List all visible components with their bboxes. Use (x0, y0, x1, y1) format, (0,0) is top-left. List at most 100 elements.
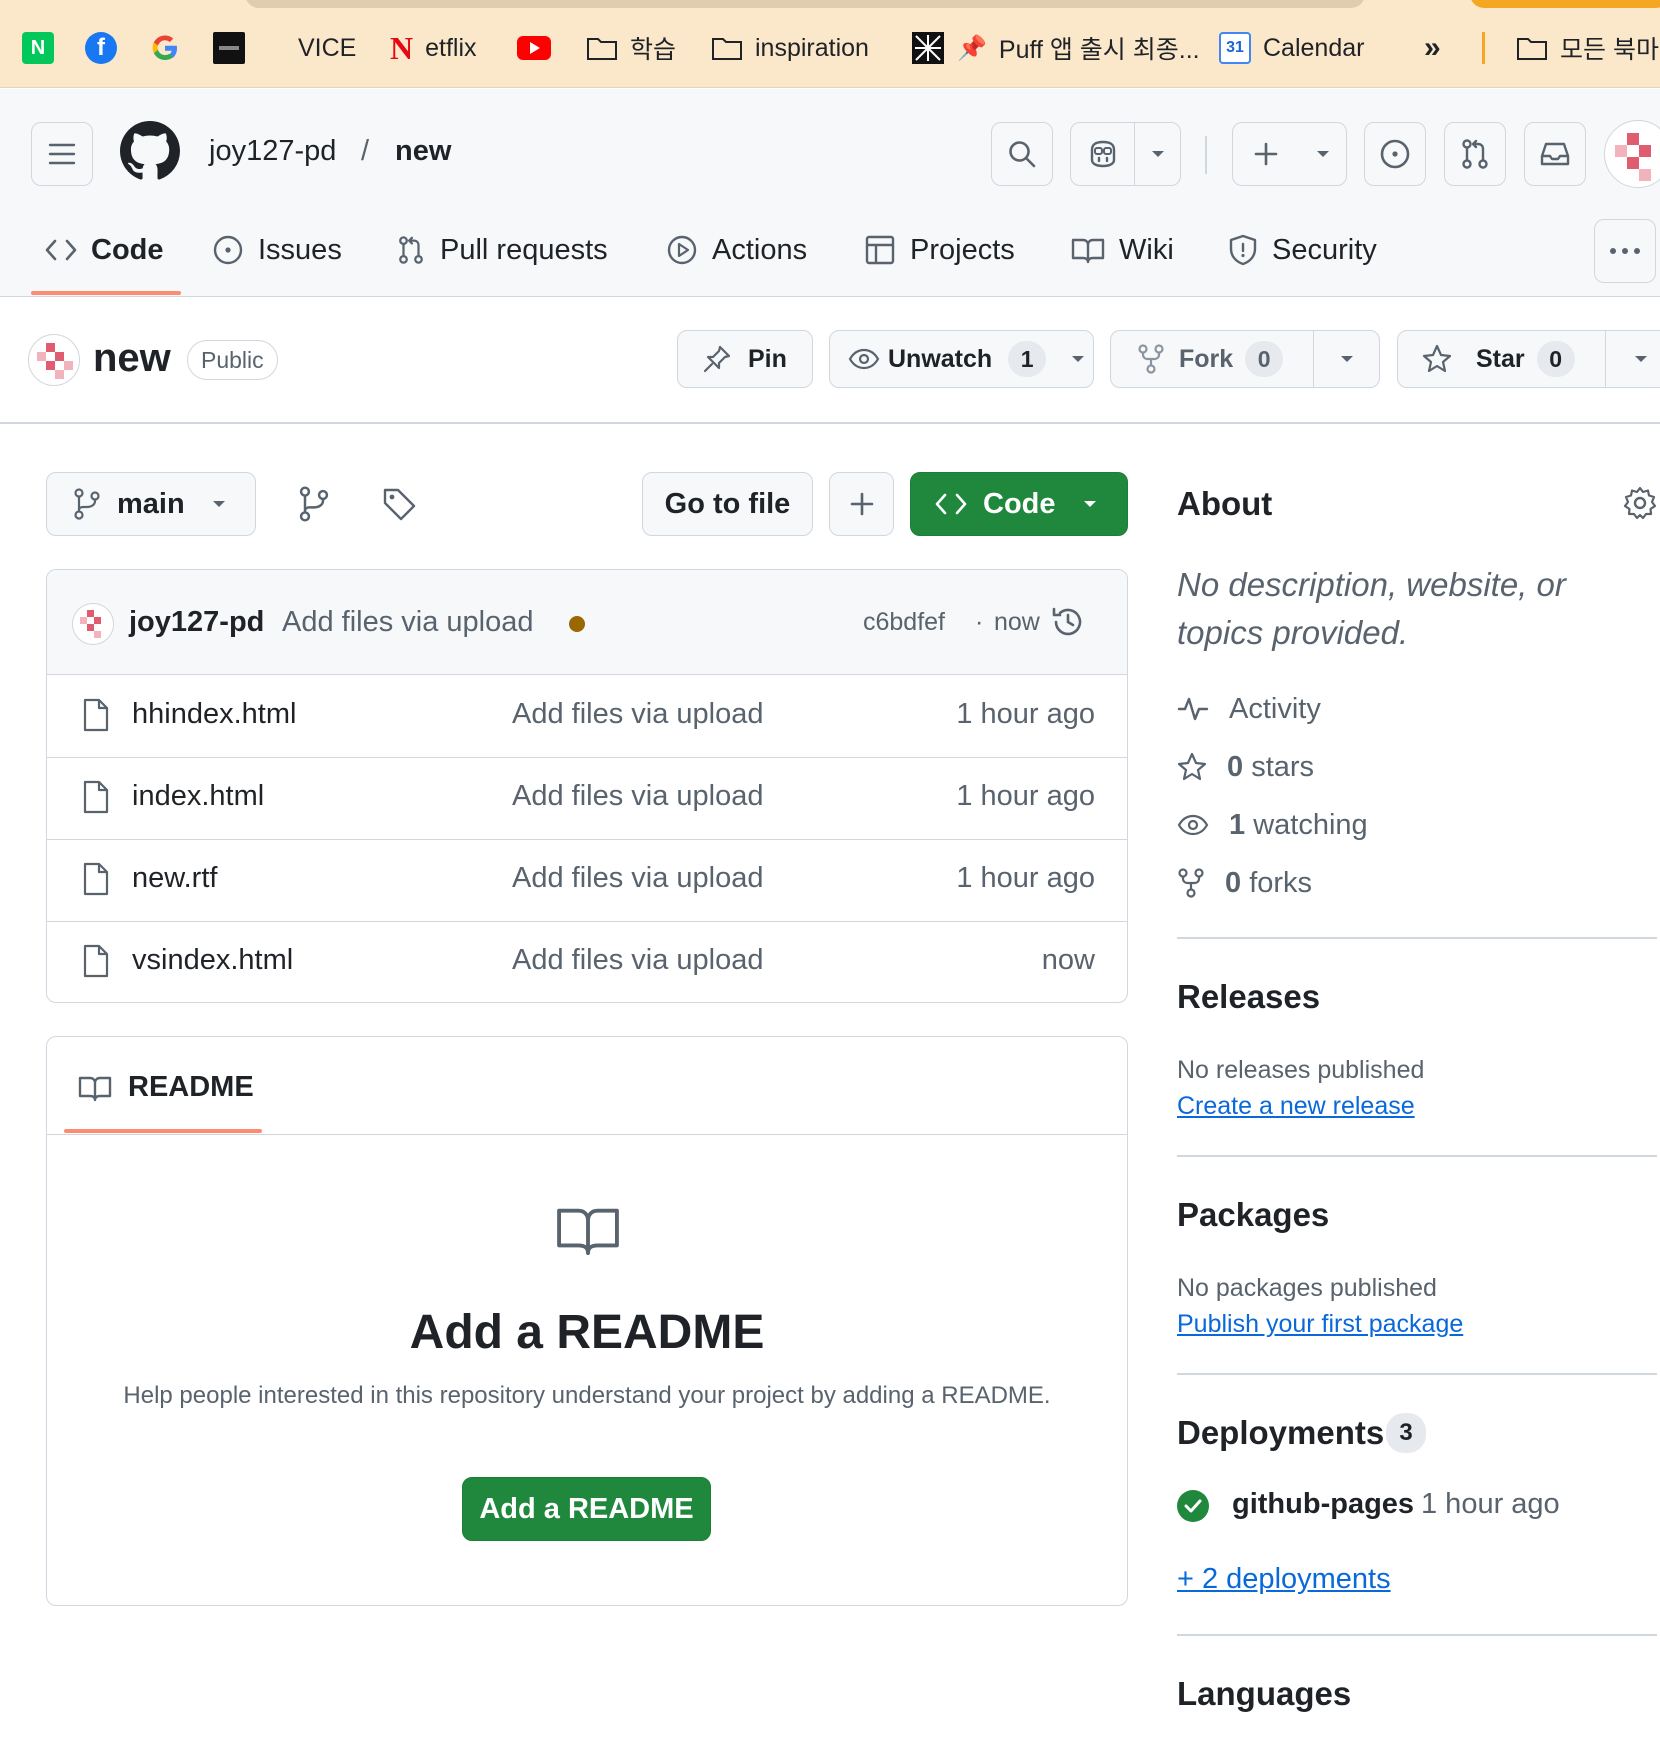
commit-status-dot[interactable] (569, 616, 585, 632)
tab-label: Security (1272, 233, 1377, 266)
publish-package-link[interactable]: Publish your first package (1177, 1310, 1463, 1339)
tab-wiki[interactable]: Wiki (1071, 225, 1174, 275)
about-activity-link[interactable]: Activity (1177, 689, 1321, 729)
deployment-env-link[interactable]: github-pages (1232, 1488, 1414, 1521)
go-to-file-button[interactable]: Go to file (642, 472, 813, 536)
about-watching-link[interactable]: 1 watching (1177, 805, 1368, 845)
issues-shortcut-button[interactable] (1364, 122, 1426, 186)
file-browser: joy127-pd Add files via upload c6bdfef ·… (46, 569, 1128, 1003)
bookmark-folder-all[interactable]: 모든 북마크 (1516, 28, 1660, 68)
inbox-button[interactable] (1524, 122, 1586, 186)
tab-security[interactable]: Security (1228, 225, 1377, 275)
bookmark-vice[interactable]: VICE (298, 28, 356, 68)
branch-select-button[interactable]: main (46, 472, 256, 536)
github-logo[interactable] (120, 121, 180, 181)
file-commit-message[interactable]: Add files via upload (512, 944, 764, 977)
about-stars-link[interactable]: 0 stars (1177, 747, 1314, 787)
create-release-link[interactable]: Create a new release (1177, 1092, 1415, 1121)
tab-code[interactable]: Code (45, 225, 164, 275)
create-new-button[interactable] (1232, 122, 1347, 186)
bookmark-puff[interactable]: 📌 Puff 앱 출시 최종... (957, 28, 1200, 68)
search-button[interactable] (991, 122, 1053, 186)
menu-button[interactable] (31, 122, 93, 186)
bookmark-google[interactable] (149, 28, 181, 68)
code-dropdown-button[interactable]: Code (910, 472, 1128, 536)
branches-button[interactable] (296, 486, 332, 522)
commit-sha[interactable]: c6bdfef (863, 608, 945, 637)
about-forks-link[interactable]: 0 forks (1177, 863, 1312, 903)
file-row[interactable]: vsindex.html Add files via upload now (47, 922, 1127, 1002)
star-button[interactable]: Star 0 (1398, 331, 1606, 387)
file-commit-message[interactable]: Add files via upload (512, 862, 764, 895)
bookmark-naver[interactable]: N (22, 28, 54, 68)
pin-button[interactable]: Pin (677, 330, 813, 388)
pull-requests-shortcut-button[interactable] (1444, 122, 1506, 186)
google-icon (149, 32, 181, 64)
file-name-link[interactable]: new.rtf (132, 862, 217, 895)
tab-actions[interactable]: Actions (666, 225, 807, 275)
bookmark-folder-study[interactable]: 학습 (586, 28, 676, 68)
visibility-badge: Public (187, 340, 278, 380)
copilot-icon (1090, 140, 1115, 168)
git-pull-request-icon (399, 236, 423, 264)
sidebar-divider (1177, 1155, 1657, 1157)
repo-name[interactable]: new (93, 336, 171, 381)
breadcrumb-separator: / (361, 135, 370, 167)
commit-message[interactable]: Add files via upload (282, 606, 534, 639)
readme-tab[interactable]: README (78, 1071, 254, 1104)
hamburger-icon (48, 143, 76, 165)
bookmark-facebook[interactable]: f (85, 28, 117, 68)
bookmark-dark-site[interactable] (213, 28, 245, 68)
copilot-button[interactable] (1070, 122, 1181, 186)
copilot-main[interactable] (1071, 123, 1135, 185)
fork-dropdown[interactable] (1314, 354, 1379, 364)
deployments-heading[interactable]: Deployments (1177, 1414, 1384, 1452)
file-row[interactable]: index.html Add files via upload 1 hour a… (47, 758, 1127, 840)
bookmark-calendar[interactable]: 31 Calendar (1219, 28, 1364, 68)
tab-pull-requests[interactable]: Pull requests (396, 225, 608, 275)
book-icon (1071, 238, 1105, 264)
tab-projects[interactable]: Projects (864, 225, 1015, 275)
tab-issues[interactable]: Issues (212, 225, 342, 275)
bookmark-youtube[interactable] (517, 28, 551, 68)
breadcrumb-repo[interactable]: new (395, 135, 451, 168)
file-row[interactable]: new.rtf Add files via upload 1 hour ago (47, 840, 1127, 922)
file-name-link[interactable]: hhindex.html (132, 698, 296, 731)
star-dropdown[interactable] (1606, 354, 1660, 364)
bookmark-overflow[interactable]: » (1424, 28, 1441, 68)
about-settings-button[interactable] (1623, 486, 1657, 520)
file-commit-message[interactable]: Add files via upload (512, 698, 764, 731)
tab-label: Actions (712, 233, 808, 266)
unwatch-button[interactable]: Unwatch 1 (829, 330, 1094, 388)
commit-author[interactable]: joy127-pd (129, 606, 264, 639)
folder-icon (586, 35, 618, 61)
watch-counter: 1 (1008, 341, 1047, 377)
table-icon (865, 235, 895, 265)
avatar-identicon-icon (1615, 133, 1651, 181)
readme-book-illustration (555, 1203, 621, 1257)
more-tabs-button[interactable] (1594, 219, 1656, 283)
copilot-dropdown[interactable] (1135, 149, 1180, 159)
file-name-link[interactable]: vsindex.html (132, 944, 293, 977)
commit-author-avatar[interactable] (72, 603, 114, 645)
file-time: 1 hour ago (956, 780, 1095, 812)
bookmark-label: inspiration (755, 33, 869, 62)
bookmark-netflix[interactable]: N etflix (390, 28, 477, 68)
add-file-button[interactable] (829, 472, 894, 536)
bookmark-pattern[interactable] (912, 28, 944, 68)
releases-heading[interactable]: Releases (1177, 978, 1320, 1016)
more-deployments-link[interactable]: + 2 deployments (1177, 1563, 1391, 1596)
git-pull-request-icon (1462, 139, 1488, 169)
fork-button[interactable]: Fork 0 (1111, 331, 1314, 387)
tags-button[interactable] (381, 486, 417, 522)
file-commit-message[interactable]: Add files via upload (512, 780, 764, 813)
file-row[interactable]: hhindex.html Add files via upload 1 hour… (47, 676, 1127, 758)
commit-history-button[interactable] (1050, 604, 1086, 640)
add-readme-button[interactable]: Add a README (462, 1477, 711, 1541)
chevron-double-right-icon: » (1424, 31, 1441, 64)
breadcrumb-owner[interactable]: joy127-pd (209, 135, 336, 168)
bookmark-folder-inspiration[interactable]: inspiration (711, 28, 869, 68)
owner-avatar[interactable] (28, 334, 80, 386)
packages-heading[interactable]: Packages (1177, 1196, 1329, 1234)
file-name-link[interactable]: index.html (132, 780, 264, 813)
